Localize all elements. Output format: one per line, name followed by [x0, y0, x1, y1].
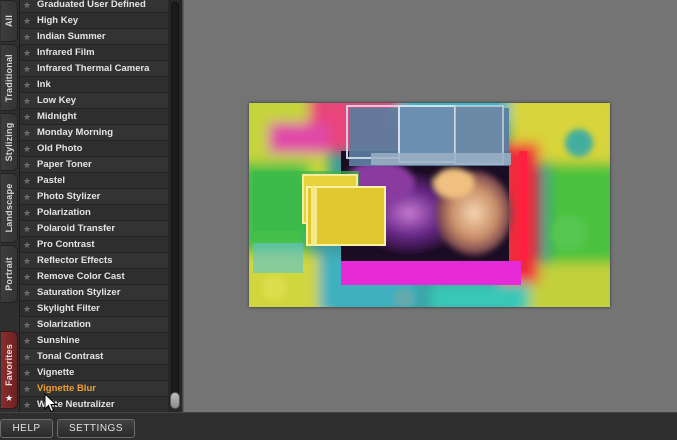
preset-label: Infrared Film [37, 46, 95, 58]
mouse-cursor-icon [44, 393, 58, 413]
favorite-star-icon[interactable]: ★ [20, 253, 34, 269]
favorite-star-icon[interactable]: ★ [20, 205, 34, 221]
preset-item[interactable]: ★ Ink [20, 77, 168, 93]
tab-all[interactable]: All [1, 0, 18, 42]
preset-item[interactable]: ★ Monday Morning [20, 125, 168, 141]
preset-item[interactable]: ★ Skylight Filter [20, 301, 168, 317]
favorite-star-icon[interactable]: ★ [20, 157, 34, 173]
favorite-star-icon[interactable]: ★ [20, 381, 34, 397]
preset-item[interactable]: ★ Vignette Blur [20, 381, 168, 397]
preset-item[interactable]: ★ Old Photo [20, 141, 168, 157]
preset-label: Pastel [37, 174, 65, 186]
preset-label: Solarization [37, 318, 91, 330]
preset-item[interactable]: ★ Pastel [20, 173, 168, 189]
preset-label: Pro Contrast [37, 238, 95, 250]
preset-item[interactable]: ★ Tonal Contrast [20, 349, 168, 365]
favorite-star-icon[interactable]: ★ [20, 333, 34, 349]
preset-label: Paper Toner [37, 158, 92, 170]
preset-item[interactable]: ★ White Neutralizer [20, 397, 168, 412]
preset-label: Saturation Stylizer [37, 286, 121, 298]
preset-label: Low Key [37, 94, 77, 106]
preset-item[interactable]: ★ Polarization [20, 205, 168, 221]
favorite-star-icon[interactable]: ★ [20, 141, 34, 157]
scrollbar-track[interactable] [171, 2, 179, 408]
favorite-star-icon[interactable]: ★ [20, 125, 34, 141]
favorite-star-icon[interactable]: ★ [20, 317, 34, 333]
preset-label: Tonal Contrast [37, 350, 104, 362]
preset-item[interactable]: ★ Photo Stylizer [20, 189, 168, 205]
favorite-star-icon[interactable]: ★ [20, 349, 34, 365]
preset-item[interactable]: ★ Paper Toner [20, 157, 168, 173]
favorite-star-icon[interactable]: ★ [20, 109, 34, 125]
list-scrollbar[interactable] [168, 0, 182, 412]
preset-list: ★ Graduated User Defined ★ High Key ★ Indian … [20, 0, 168, 412]
favorite-star-icon[interactable]: ★ [20, 269, 34, 285]
preset-label: Indian Summer [37, 30, 106, 42]
preset-item[interactable]: ★ Pro Contrast [20, 237, 168, 253]
preset-item[interactable]: ★ Low Key [20, 93, 168, 109]
favorite-star-icon[interactable]: ★ [20, 301, 34, 317]
preset-label: Sunshine [37, 334, 80, 346]
star-icon: ★ [5, 393, 14, 403]
tab-landscape[interactable]: Landscape [1, 173, 18, 243]
tab-portrait[interactable]: Portrait [1, 245, 18, 303]
preset-label: Midnight [37, 110, 77, 122]
favorite-star-icon[interactable]: ★ [20, 173, 34, 189]
preset-item[interactable]: ★ Infrared Film [20, 45, 168, 61]
help-button[interactable]: HELP [0, 419, 53, 438]
preset-item[interactable]: ★ High Key [20, 13, 168, 29]
preset-label: Monday Morning [37, 126, 113, 138]
preset-label: Infrared Thermal Camera [37, 62, 150, 74]
bottom-bar: HELP SETTINGS [0, 412, 677, 440]
preset-label: Skylight Filter [37, 302, 100, 314]
preset-item[interactable]: ★ Solarization [20, 317, 168, 333]
tab-stylizing[interactable]: Stylizing [1, 113, 18, 171]
favorite-star-icon[interactable]: ★ [20, 45, 34, 61]
favorite-star-icon[interactable]: ★ [20, 221, 34, 237]
favorite-star-icon[interactable]: ★ [20, 13, 34, 29]
preset-label: Polaroid Transfer [37, 222, 116, 234]
preset-item[interactable]: ★ Indian Summer [20, 29, 168, 45]
favorite-star-icon[interactable]: ★ [20, 365, 34, 381]
settings-button[interactable]: SETTINGS [57, 419, 135, 438]
preset-label: Vignette [37, 366, 75, 378]
preset-label: Ink [37, 78, 51, 90]
preset-item[interactable]: ★ Remove Color Cast [20, 269, 168, 285]
preset-label: Graduated User Defined [37, 0, 146, 10]
preset-item[interactable]: ★ Polaroid Transfer [20, 221, 168, 237]
preset-label: Polarization [37, 206, 91, 218]
favorite-star-icon[interactable]: ★ [20, 237, 34, 253]
preset-label: High Key [37, 14, 79, 26]
preset-label: Photo Stylizer [37, 190, 101, 202]
preset-item[interactable]: ★ Reflector Effects [20, 253, 168, 269]
scrollbar-thumb[interactable] [170, 392, 180, 409]
preview-area [183, 0, 677, 412]
preset-item[interactable]: ★ Saturation Stylizer [20, 285, 168, 301]
favorite-star-icon[interactable]: ★ [20, 77, 34, 93]
favorite-star-icon[interactable]: ★ [20, 29, 34, 45]
preset-item[interactable]: ★ Midnight [20, 109, 168, 125]
preset-label: Remove Color Cast [37, 270, 125, 282]
preset-item[interactable]: ★ Vignette [20, 365, 168, 381]
favorite-star-icon[interactable]: ★ [20, 285, 34, 301]
tab-favorites[interactable]: Favorites ★ [1, 331, 18, 409]
tab-traditional[interactable]: Traditional [1, 44, 18, 111]
category-tabs: All Traditional Stylizing Landscape Port… [0, 0, 20, 412]
preset-item[interactable]: ★ Sunshine [20, 333, 168, 349]
preview-image [249, 103, 610, 307]
favorite-star-icon[interactable]: ★ [20, 397, 34, 413]
preset-label: Old Photo [37, 142, 83, 154]
favorite-star-icon[interactable]: ★ [20, 61, 34, 77]
favorite-star-icon[interactable]: ★ [20, 0, 34, 13]
preset-label: Reflector Effects [37, 254, 113, 266]
preset-item[interactable]: ★ Infrared Thermal Camera [20, 61, 168, 77]
favorite-star-icon[interactable]: ★ [20, 189, 34, 205]
preset-item[interactable]: ★ Graduated User Defined [20, 0, 168, 13]
favorite-star-icon[interactable]: ★ [20, 93, 34, 109]
